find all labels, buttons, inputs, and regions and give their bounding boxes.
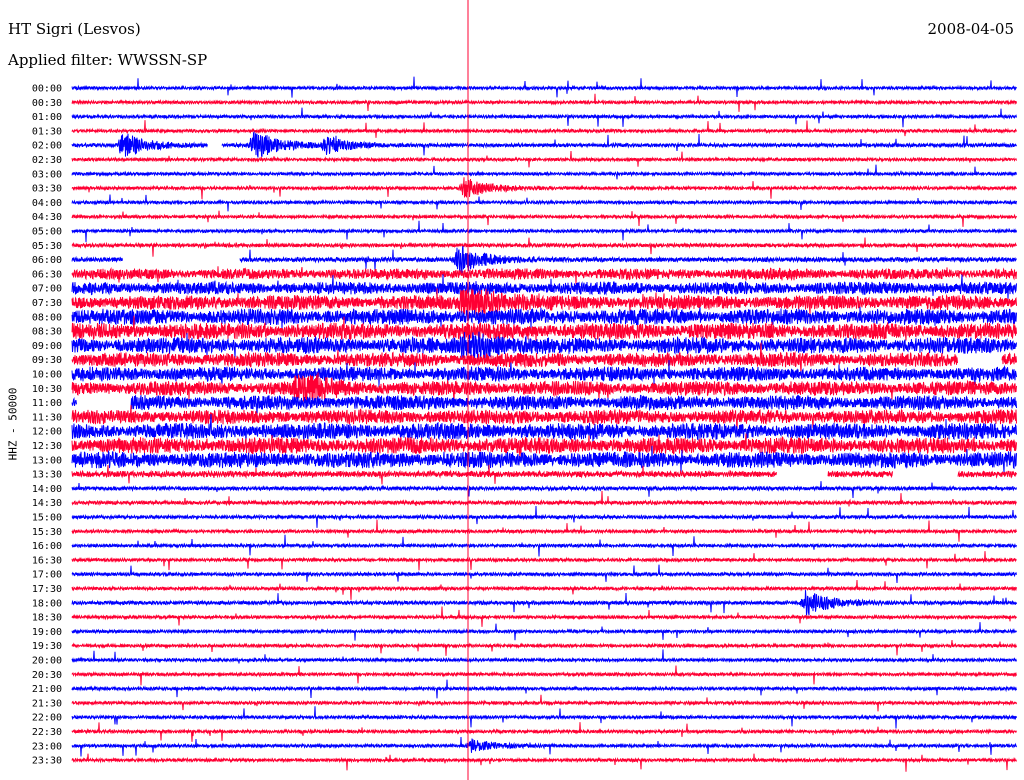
helicorder-plot: 00:00 00:30 01:00 01:30 02:00 02:30 03:00 03:30… (32, 0, 1017, 780)
row-label-2100: 21:00 (32, 684, 62, 695)
trace-1730 (71, 579, 1017, 600)
row-label-0200: 02:00 (32, 141, 62, 152)
trace-1930 (71, 639, 1017, 656)
trace-1630 (71, 551, 1017, 571)
row-label-0530: 05:30 (32, 241, 62, 252)
row-label-1300: 13:00 (32, 455, 62, 466)
trace-1100 (71, 394, 1017, 418)
trace-1500 (71, 505, 1017, 528)
trace-2130 (71, 694, 1017, 712)
row-label-2000: 20:00 (32, 656, 62, 667)
trace-0330 (71, 177, 1017, 200)
row-label-1700: 17:00 (32, 570, 62, 581)
row-label-2200: 22:00 (32, 713, 62, 724)
row-label-1400: 14:00 (32, 484, 62, 495)
row-label-1330: 13:30 (32, 470, 62, 481)
seismic-traces (71, 76, 1017, 772)
row-label-1830: 18:30 (32, 613, 62, 624)
row-label-2330: 23:30 (32, 756, 62, 767)
row-label-1600: 16:00 (32, 541, 62, 552)
row-label-1900: 19:00 (32, 627, 62, 638)
row-label-0030: 00:30 (32, 98, 62, 109)
row-label-2130: 21:30 (32, 698, 62, 709)
trace-2030 (71, 665, 1017, 686)
trace-1530 (71, 519, 1017, 542)
trace-0100 (71, 107, 1017, 128)
trace-1830 (71, 606, 1017, 627)
row-label-1100: 11:00 (32, 398, 62, 409)
row-label-1430: 14:30 (32, 498, 62, 509)
trace-0230 (71, 150, 1017, 168)
row-labels: 00:00 00:30 01:00 01:30 02:00 02:30 03:00 03:30… (32, 84, 62, 767)
trace-0630 (71, 266, 1017, 285)
row-label-0130: 01:30 (32, 126, 62, 137)
row-label-0100: 01:00 (32, 112, 62, 123)
row-label-0230: 02:30 (32, 155, 62, 166)
station-title: HT Sigri (Lesvos) (8, 20, 141, 38)
trace-1430 (71, 490, 1017, 507)
row-label-1930: 19:30 (32, 641, 62, 652)
trace-2000 (71, 649, 1017, 664)
filter-label: Applied filter: WWSSN-SP (8, 51, 208, 69)
row-label-0830: 08:30 (32, 327, 62, 338)
row-label-0600: 06:00 (32, 255, 62, 266)
row-label-0400: 04:00 (32, 198, 62, 209)
trace-2200 (71, 706, 1017, 729)
row-label-0630: 06:30 (32, 269, 62, 280)
row-label-0330: 03:30 (32, 184, 62, 195)
row-label-1500: 15:00 (32, 513, 62, 524)
row-label-1530: 15:30 (32, 527, 62, 538)
row-label-1730: 17:30 (32, 584, 62, 595)
row-label-0430: 04:30 (32, 212, 62, 223)
trace-0130 (71, 120, 1017, 138)
row-label-2230: 22:30 (32, 727, 62, 738)
row-label-1000: 10:00 (32, 370, 62, 381)
record-date: 2008-04-05 (927, 20, 1014, 38)
row-label-0800: 08:00 (32, 312, 62, 323)
row-label-0500: 05:00 (32, 227, 62, 238)
row-label-1200: 12:00 (32, 427, 62, 438)
trace-1400 (71, 481, 1017, 499)
trace-0200 (71, 130, 1017, 158)
row-label-1130: 11:30 (32, 412, 62, 423)
row-label-1800: 18:00 (32, 598, 62, 609)
row-label-0300: 03:00 (32, 169, 62, 180)
row-label-0000: 00:00 (32, 84, 62, 95)
trace-0300 (71, 164, 1017, 180)
row-label-0930: 09:30 (32, 355, 62, 366)
trace-0400 (71, 194, 1017, 212)
trace-1230 (71, 433, 1017, 457)
row-label-0730: 07:30 (32, 298, 62, 309)
row-label-0700: 07:00 (32, 284, 62, 295)
trace-1800 (71, 590, 1017, 616)
trace-0030 (71, 93, 1017, 112)
row-label-0900: 09:00 (32, 341, 62, 352)
seismogram-page: 00:00 00:30 01:00 01:30 02:00 02:30 03:00 03:30… (0, 0, 1024, 780)
trace-2330 (71, 753, 1017, 772)
trace-0500 (71, 220, 1017, 243)
trace-2300 (71, 736, 1017, 757)
channel-label: HHZ - 50000 (6, 387, 20, 461)
row-label-1630: 16:30 (32, 555, 62, 566)
trace-1700 (71, 564, 1017, 584)
row-label-1030: 10:30 (32, 384, 62, 395)
trace-1900 (71, 622, 1017, 641)
trace-1330 (71, 464, 1017, 485)
trace-0530 (71, 237, 1017, 257)
row-label-2030: 20:30 (32, 670, 62, 681)
trace-0430 (71, 210, 1017, 227)
trace-1600 (71, 534, 1017, 557)
trace-2230 (71, 722, 1017, 742)
trace-0000 (71, 76, 1017, 98)
trace-2100 (71, 679, 1017, 699)
row-label-1230: 12:30 (32, 441, 62, 452)
row-label-2300: 23:00 (32, 741, 62, 752)
